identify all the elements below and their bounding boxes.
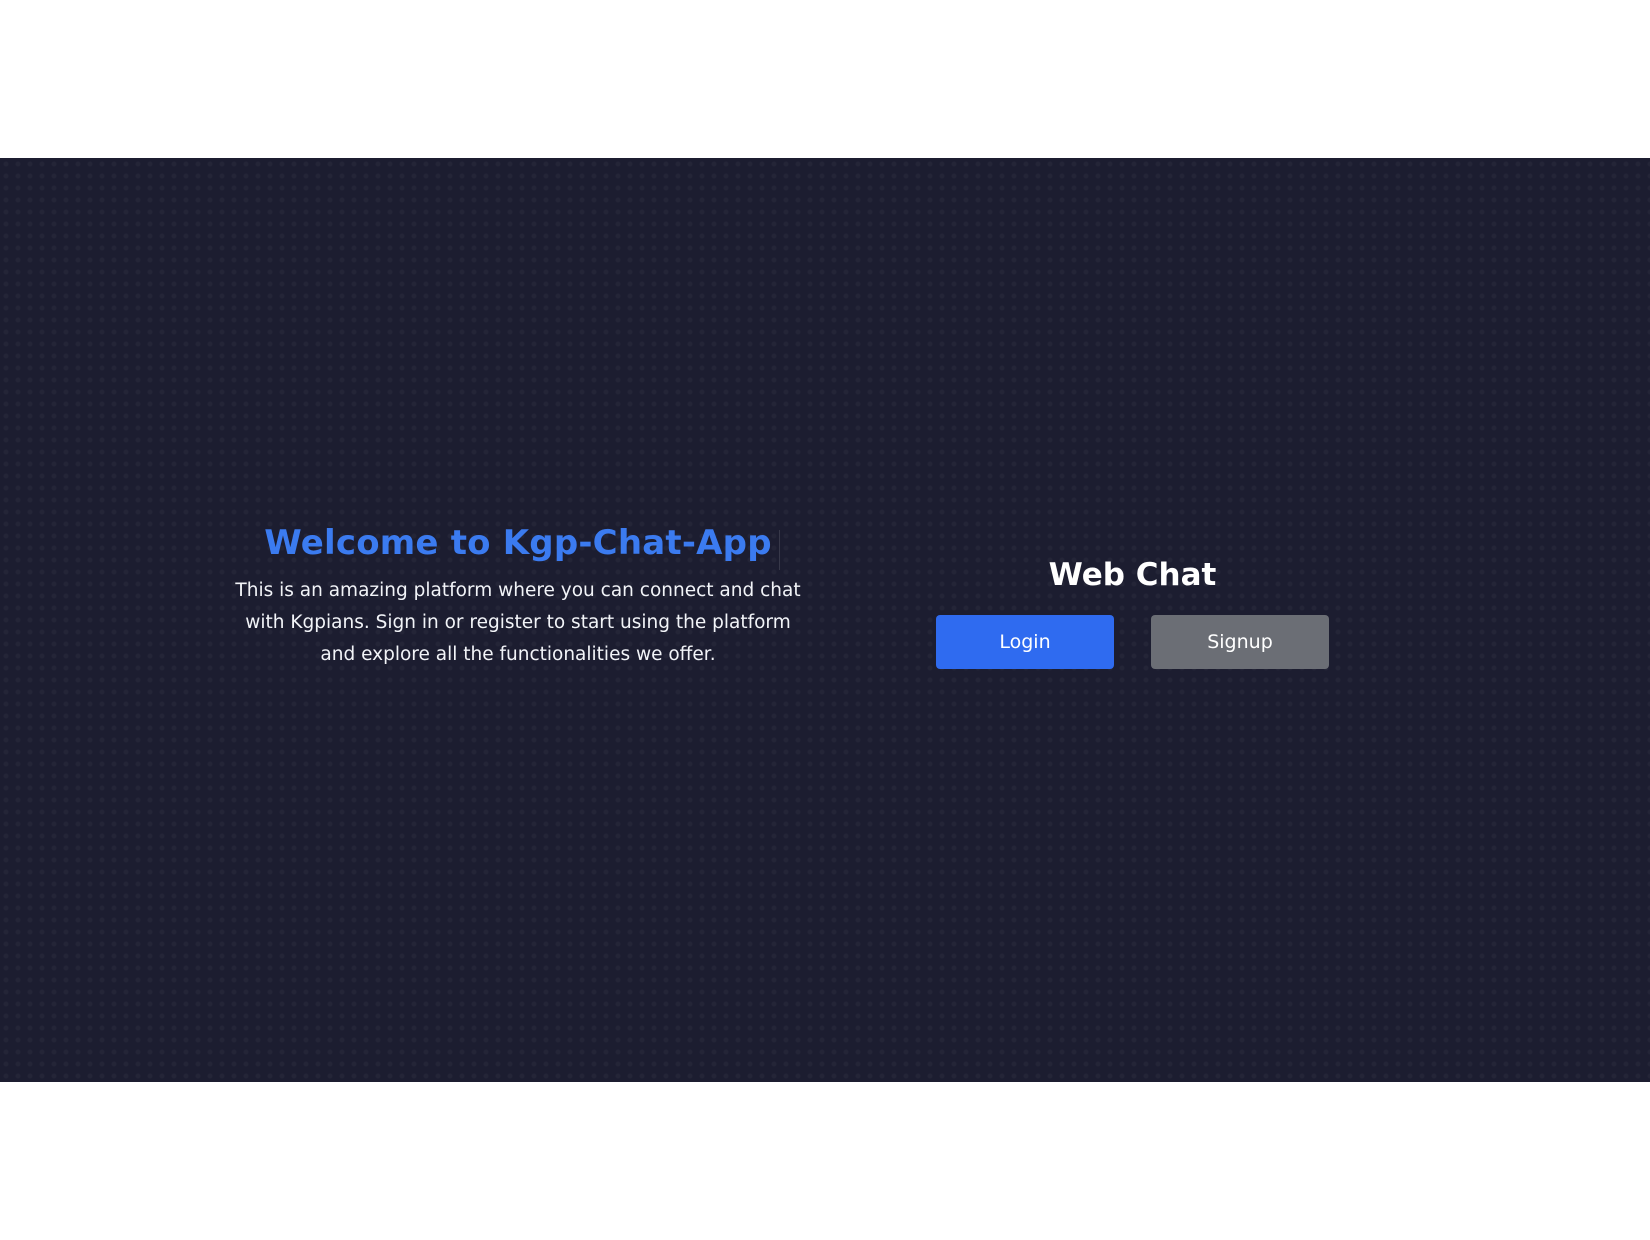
welcome-description: This is an amazing platform where you ca… <box>235 580 801 665</box>
login-button[interactable]: Login <box>936 615 1114 669</box>
welcome-title: Welcome to Kgp-Chat-App <box>264 523 772 563</box>
signup-button[interactable]: Signup <box>1151 615 1329 669</box>
divider <box>779 530 780 570</box>
web-chat-title: Web Chat <box>1048 557 1217 593</box>
auth-panel: Web Chat Login Signup <box>936 557 1329 669</box>
top-margin <box>0 0 1650 158</box>
hero-section: Welcome to Kgp-Chat-App This is an amazi… <box>0 158 1650 1082</box>
welcome-panel: Welcome to Kgp-Chat-App This is an amazi… <box>230 523 806 671</box>
auth-button-row: Login Signup <box>936 615 1329 669</box>
bottom-margin <box>0 1082 1650 1240</box>
